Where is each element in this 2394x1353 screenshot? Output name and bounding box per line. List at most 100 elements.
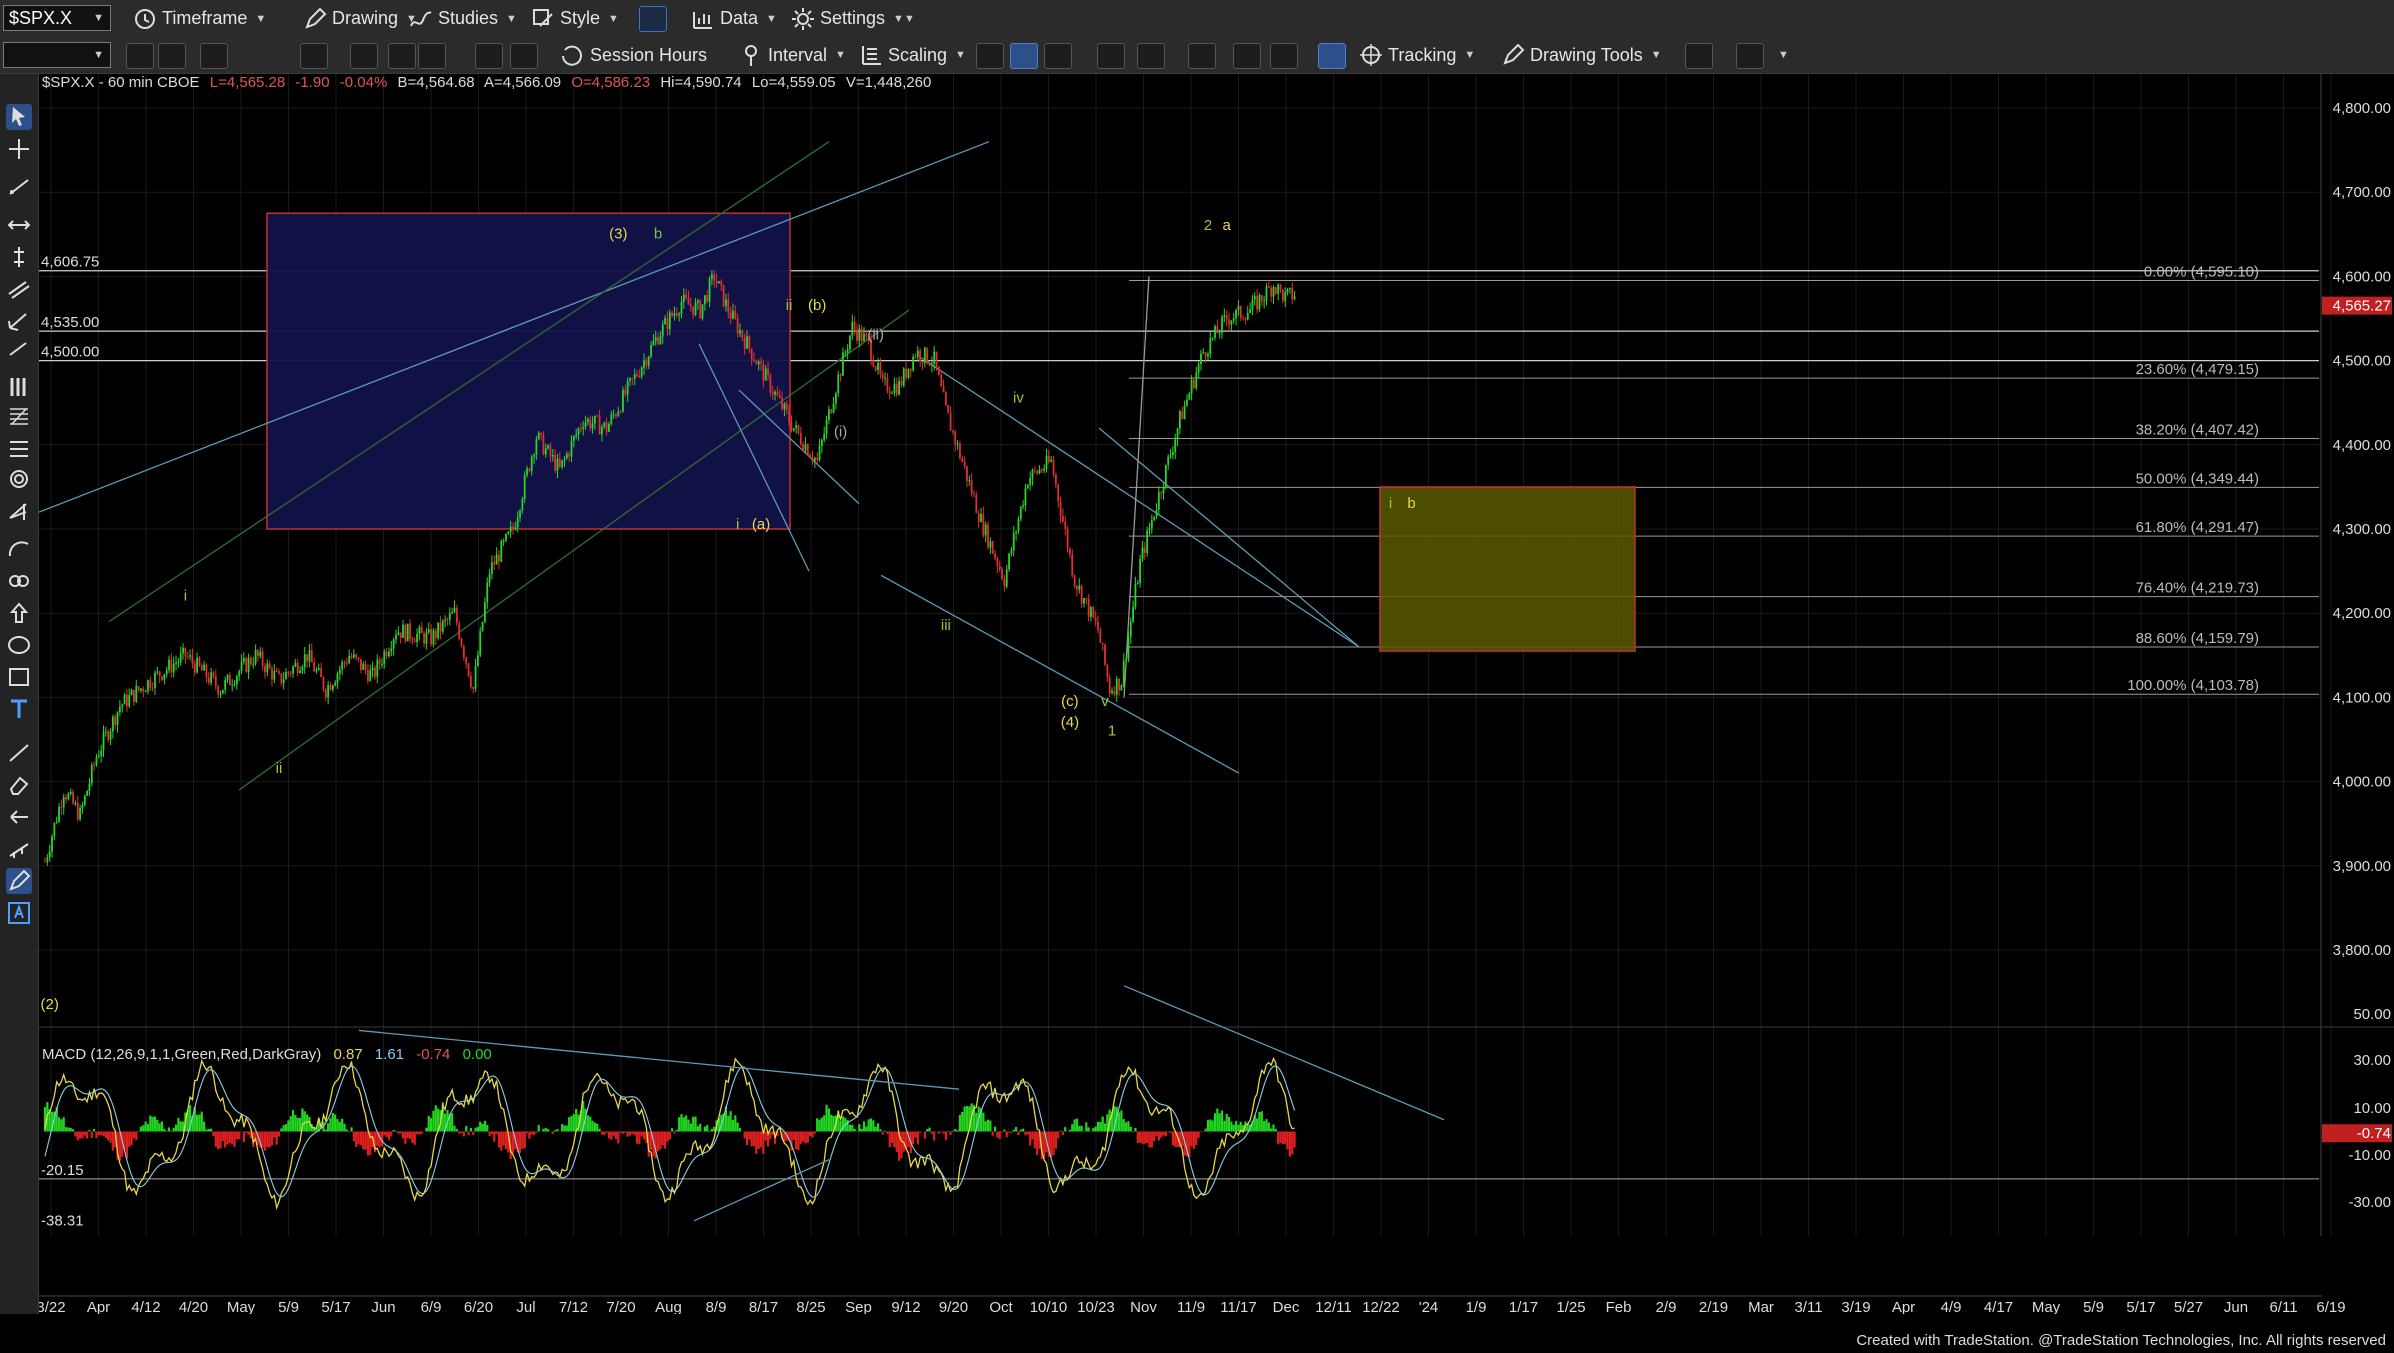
fibonacci-icon[interactable] xyxy=(6,336,32,362)
grid-tool-icon[interactable] xyxy=(475,43,503,69)
measure-icon[interactable] xyxy=(6,836,32,862)
circle-tool-icon[interactable] xyxy=(126,43,154,69)
candle-body xyxy=(210,672,213,683)
candle-body xyxy=(331,685,334,690)
layout-icon[interactable] xyxy=(639,6,667,32)
scroll-left-icon[interactable] xyxy=(1097,43,1125,69)
grid-icon[interactable] xyxy=(1318,43,1346,69)
image-icon[interactable] xyxy=(510,43,538,69)
arrow-left-icon[interactable] xyxy=(6,804,32,830)
candle-body xyxy=(977,512,980,522)
wave-label: b xyxy=(1407,495,1415,512)
scroll-right-icon[interactable] xyxy=(1137,43,1165,69)
candle-body xyxy=(619,411,622,413)
session-hours-menu[interactable]: Session Hours xyxy=(560,37,707,73)
rectangle-icon[interactable] xyxy=(6,664,32,690)
export-icon[interactable] xyxy=(1685,43,1713,69)
text-tool-icon[interactable] xyxy=(6,696,32,722)
candle-body xyxy=(762,363,765,381)
candle-body xyxy=(357,657,360,659)
drawing-menu[interactable]: Drawing ▼ xyxy=(302,0,417,37)
tracking-menu[interactable]: Tracking ▼ xyxy=(1358,37,1475,73)
calendar-icon[interactable] xyxy=(200,43,228,69)
search-icon[interactable] xyxy=(418,43,446,69)
candle-body xyxy=(118,706,121,712)
ellipse-icon[interactable] xyxy=(6,632,32,658)
tracking-label: Tracking xyxy=(1388,44,1457,65)
price-tick-label: 4,800.00 xyxy=(2333,100,2391,117)
interval-menu[interactable]: Interval ▼ xyxy=(738,37,846,73)
candle-body xyxy=(383,651,386,664)
more-dropdown[interactable]: ▼ xyxy=(1770,37,1789,73)
zoom-in-icon[interactable] xyxy=(1233,43,1261,69)
gann-fan-icon[interactable] xyxy=(6,466,32,492)
bars-tool-icon[interactable] xyxy=(6,374,32,400)
candle-body xyxy=(289,672,292,674)
candle-body xyxy=(362,663,365,670)
ray-icon[interactable] xyxy=(6,740,32,766)
candle-outline-icon[interactable] xyxy=(1044,43,1072,69)
studies-menu[interactable]: Studies ▼ xyxy=(408,0,517,37)
price-chart[interactable]: 4,606.75 4,535.00 4,500.00 0.00% (4,595.10)… xyxy=(39,74,2394,1314)
circle-tool-icon[interactable] xyxy=(158,43,186,69)
text-label-icon[interactable] xyxy=(6,900,32,926)
candle-body xyxy=(481,621,484,631)
candlestick-icon[interactable] xyxy=(1010,43,1038,69)
date-tick-label: 4/20 xyxy=(179,1299,208,1314)
interval-selector[interactable]: ▼ xyxy=(3,42,111,68)
trendline-icon[interactable] xyxy=(6,174,32,200)
refresh-icon[interactable] xyxy=(300,43,328,69)
layout-icon[interactable] xyxy=(1188,43,1216,69)
drawing-tools-menu[interactable]: Drawing Tools ▼ xyxy=(1500,37,1662,73)
magnet-icon[interactable] xyxy=(388,43,416,69)
fib-extension-icon[interactable] xyxy=(6,404,32,430)
data-menu[interactable]: Data ▼ xyxy=(690,0,777,37)
candle-body xyxy=(116,711,119,726)
candle-body xyxy=(568,453,571,457)
candle-body xyxy=(151,687,154,689)
draw-tool-icon[interactable] xyxy=(6,868,32,894)
arrow-up-icon[interactable] xyxy=(6,600,32,626)
bar-chart-icon[interactable] xyxy=(976,43,1004,69)
link-icon[interactable] xyxy=(350,43,378,69)
cloud-icon[interactable] xyxy=(1736,43,1764,69)
candle-body xyxy=(175,662,177,664)
crosshair-icon[interactable] xyxy=(6,136,32,162)
vertical-line-icon[interactable] xyxy=(6,244,32,270)
timeframe-menu[interactable]: Timeframe ▼ xyxy=(132,0,266,37)
candle-body xyxy=(696,300,699,303)
cursor-icon[interactable] xyxy=(6,104,32,130)
fib-grid-icon[interactable] xyxy=(6,436,32,462)
scaling-menu[interactable]: Scaling ▼ xyxy=(858,37,966,73)
candle-body xyxy=(233,684,236,686)
candle-body xyxy=(296,662,299,673)
candle-body xyxy=(90,764,93,784)
candle-body xyxy=(1218,332,1221,334)
macd-legend: MACD (12,26,9,1,1,Green,Red,DarkGray) 0.… xyxy=(42,1046,500,1063)
settings-menu[interactable]: Settings ▼ xyxy=(790,0,904,37)
candle-body xyxy=(668,312,671,330)
main-toolbar: $SPX.X ▼ Timeframe ▼ Drawing ▼ Studies ▼… xyxy=(0,0,2394,38)
arc-icon[interactable] xyxy=(6,536,32,562)
time-cycles-icon[interactable] xyxy=(6,568,32,594)
date-tick-label: 9/20 xyxy=(939,1299,968,1314)
andrews-pitchfork-icon[interactable] xyxy=(6,308,32,334)
more-dropdown[interactable]: ▼ xyxy=(896,0,915,37)
candle-body xyxy=(446,619,449,621)
channel-icon[interactable] xyxy=(6,276,32,302)
candle-body xyxy=(170,659,173,673)
candle-body xyxy=(1239,306,1242,318)
macd-tick-label: 10.00 xyxy=(2353,1100,2391,1117)
speed-lines-icon[interactable] xyxy=(6,498,32,524)
eraser-icon[interactable] xyxy=(6,772,32,798)
last-price: L=4,565.28 xyxy=(209,74,286,91)
candle-body xyxy=(1265,286,1268,301)
candle-body xyxy=(937,367,940,375)
wave-label: iii xyxy=(941,617,951,634)
zoom-out-icon[interactable] xyxy=(1270,43,1298,69)
style-menu[interactable]: Style ▼ xyxy=(530,0,619,37)
horizontal-line-icon[interactable] xyxy=(6,212,32,238)
symbol-selector[interactable]: $SPX.X ▼ xyxy=(3,5,111,31)
symbol-info-line: $SPX.X - 60 min CBOE L=4,565.28 -1.90 -0… xyxy=(42,74,937,91)
candle-body xyxy=(799,433,802,444)
